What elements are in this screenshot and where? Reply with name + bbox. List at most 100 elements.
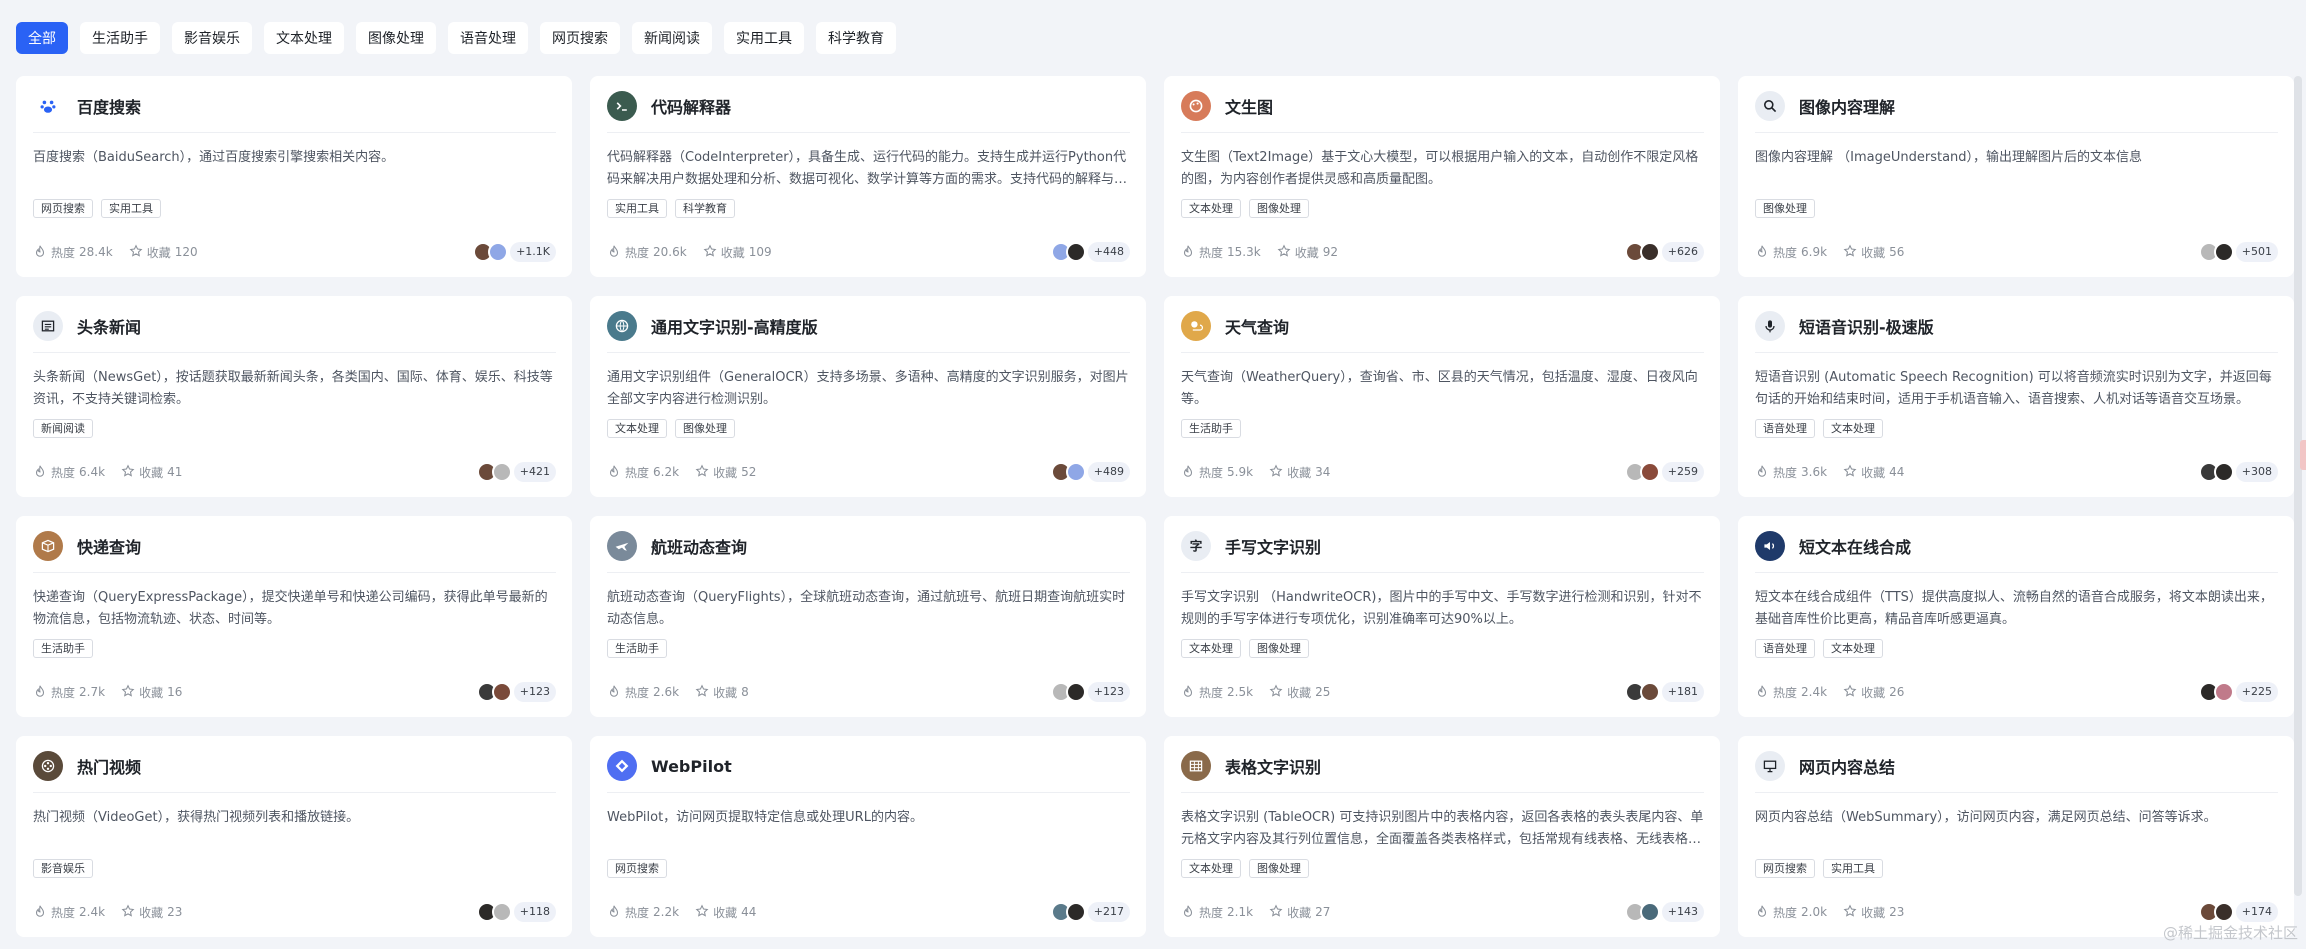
star-icon[interactable] [1269,684,1283,701]
card-title[interactable]: 手写文字识别 [1225,534,1321,558]
tag[interactable]: 生活助手 [33,639,93,658]
tag[interactable]: 图像处理 [1755,199,1815,218]
tag[interactable]: 网页搜索 [1755,859,1815,878]
tag[interactable]: 影音娱乐 [33,859,93,878]
plugin-card[interactable]: 航班动态查询 航班动态查询（QueryFlights），全球航班动态查询，通过航… [590,516,1146,717]
fav-stat[interactable]: 收藏 44 [695,904,756,921]
star-icon[interactable] [1843,244,1857,261]
tab-4[interactable]: 图像处理 [356,22,436,54]
tag[interactable]: 新闻阅读 [33,419,93,438]
tag[interactable]: 文本处理 [1823,639,1883,658]
plugin-card[interactable]: 短文本在线合成 短文本在线合成组件（TTS）提供高度拟人、流畅自然的语音合成服务… [1738,516,2294,717]
tab-0[interactable]: 全部 [16,22,68,54]
tag[interactable]: 文本处理 [607,419,667,438]
plugin-card[interactable]: 短语音识别-极速版 短语音识别 (Automatic Speech Recogn… [1738,296,2294,497]
plugin-card[interactable]: 百度搜索 百度搜索（BaiduSearch），通过百度搜索引擎搜索相关内容。 网… [16,76,572,277]
card-title[interactable]: 图像内容理解 [1799,94,1895,118]
star-icon[interactable] [695,904,709,921]
plugin-card[interactable]: 表格文字识别 表格文字识别 (TableOCR) 可支持识别图片中的表格内容，返… [1164,736,1720,937]
card-title[interactable]: 表格文字识别 [1225,754,1321,778]
tab-5[interactable]: 语音处理 [448,22,528,54]
tag[interactable]: 文本处理 [1181,639,1241,658]
tab-2[interactable]: 影音娱乐 [172,22,252,54]
card-title[interactable]: 网页内容总结 [1799,754,1895,778]
fav-stat[interactable]: 收藏 27 [1269,904,1330,921]
star-icon[interactable] [121,684,135,701]
tag[interactable]: 图像处理 [1249,199,1309,218]
star-icon[interactable] [1843,684,1857,701]
card-title[interactable]: 通用文字识别-高精度版 [651,314,818,338]
star-icon[interactable] [695,684,709,701]
tag[interactable]: 图像处理 [1249,859,1309,878]
tag[interactable]: 图像处理 [1249,639,1309,658]
plugin-card[interactable]: 图像内容理解 图像内容理解 （ImageUnderstand），输出理解图片后的… [1738,76,2294,277]
tab-9[interactable]: 科学教育 [816,22,896,54]
fav-stat[interactable]: 收藏 44 [1843,464,1904,481]
tag[interactable]: 科学教育 [675,199,735,218]
fav-stat[interactable]: 收藏 92 [1277,244,1338,261]
card-title[interactable]: WebPilot [651,757,732,776]
tag[interactable]: 实用工具 [101,199,161,218]
card-title[interactable]: 短文本在线合成 [1799,534,1911,558]
plugin-card[interactable]: 字 手写文字识别 手写文字识别 （HandwriteOCR)，图片中的手写中文、… [1164,516,1720,717]
card-title[interactable]: 文生图 [1225,94,1273,118]
card-title[interactable]: 天气查询 [1225,314,1289,338]
tab-1[interactable]: 生活助手 [80,22,160,54]
star-icon[interactable] [1843,464,1857,481]
star-icon[interactable] [1269,464,1283,481]
fav-stat[interactable]: 收藏 109 [703,244,772,261]
tag[interactable]: 网页搜索 [607,859,667,878]
plugin-card[interactable]: 头条新闻 头条新闻（NewsGet），按话题获取最新新闻头条，各类国内、国际、体… [16,296,572,497]
tag[interactable]: 文本处理 [1181,859,1241,878]
tag[interactable]: 文本处理 [1823,419,1883,438]
plugin-card[interactable]: 热门视频 热门视频（VideoGet），获得热门视频列表和播放链接。 影音娱乐 … [16,736,572,937]
tag[interactable]: 生活助手 [607,639,667,658]
plugin-card[interactable]: 文生图 文生图（Text2Image）基于文心大模型，可以根据用户输入的文本，自… [1164,76,1720,277]
star-icon[interactable] [1843,904,1857,921]
star-icon[interactable] [703,244,717,261]
tab-3[interactable]: 文本处理 [264,22,344,54]
card-title[interactable]: 热门视频 [77,754,141,778]
tag[interactable]: 实用工具 [1823,859,1883,878]
tag[interactable]: 实用工具 [607,199,667,218]
plugin-card[interactable]: 天气查询 天气查询（WeatherQuery），查询省、市、区县的天气情况，包括… [1164,296,1720,497]
tag[interactable]: 图像处理 [675,419,735,438]
fav-stat[interactable]: 收藏 120 [129,244,198,261]
fav-stat[interactable]: 收藏 41 [121,464,182,481]
plugin-card[interactable]: WebPilot WebPilot，访问网页提取特定信息或处理URL的内容。 网… [590,736,1146,937]
card-title[interactable]: 短语音识别-极速版 [1799,314,1934,338]
card-title[interactable]: 头条新闻 [77,314,141,338]
tab-7[interactable]: 新闻阅读 [632,22,712,54]
tag[interactable]: 语音处理 [1755,419,1815,438]
plugin-card[interactable]: 通用文字识别-高精度版 通用文字识别组件（GeneralOCR）支持多场景、多语… [590,296,1146,497]
star-icon[interactable] [1269,904,1283,921]
star-icon[interactable] [1277,244,1291,261]
card-title[interactable]: 快递查询 [77,534,141,558]
plugin-card[interactable]: 代码解释器 代码解释器（CodeInterpreter），具备生成、运行代码的能… [590,76,1146,277]
tag[interactable]: 语音处理 [1755,639,1815,658]
star-icon[interactable] [695,464,709,481]
fav-stat[interactable]: 收藏 25 [1269,684,1330,701]
fav-stat[interactable]: 收藏 56 [1843,244,1904,261]
star-icon[interactable] [121,904,135,921]
tag[interactable]: 文本处理 [1181,199,1241,218]
tag[interactable]: 网页搜索 [33,199,93,218]
fav-stat[interactable]: 收藏 23 [121,904,182,921]
card-title[interactable]: 代码解释器 [651,94,731,118]
star-icon[interactable] [121,464,135,481]
tab-8[interactable]: 实用工具 [724,22,804,54]
fav-stat[interactable]: 收藏 23 [1843,904,1904,921]
fav-stat[interactable]: 收藏 26 [1843,684,1904,701]
fav-stat[interactable]: 收藏 16 [121,684,182,701]
fav-stat[interactable]: 收藏 52 [695,464,756,481]
star-icon[interactable] [129,244,143,261]
card-title[interactable]: 百度搜索 [77,94,141,118]
side-handle[interactable] [2300,440,2306,470]
tag[interactable]: 生活助手 [1181,419,1241,438]
plugin-card[interactable]: 网页内容总结 网页内容总结（WebSummary），访问网页内容，满足网页总结、… [1738,736,2294,937]
plugin-card[interactable]: 快递查询 快递查询（QueryExpressPackage），提交快递单号和快递… [16,516,572,717]
fav-stat[interactable]: 收藏 8 [695,684,749,701]
card-title[interactable]: 航班动态查询 [651,534,747,558]
scrollbar[interactable] [2294,76,2302,896]
tab-6[interactable]: 网页搜索 [540,22,620,54]
